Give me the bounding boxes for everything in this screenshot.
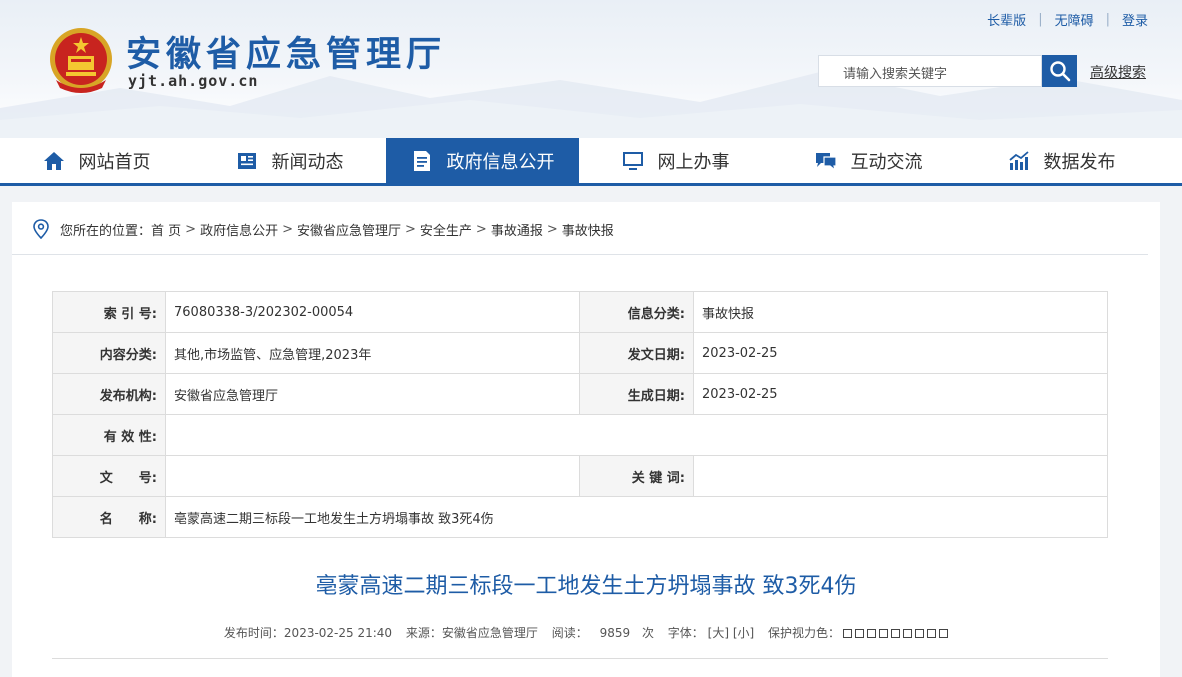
breadcrumb-accident-notice[interactable]: 事故通报 xyxy=(491,220,543,239)
content-category-value: 其他,市场监管、应急管理,2023年 xyxy=(165,332,580,374)
separator: | xyxy=(1105,12,1110,27)
nav-label: 政府信息公开 xyxy=(446,151,555,173)
font-size-label: 字体： xyxy=(667,626,704,640)
nav-item-online-service[interactable]: 网上办事 xyxy=(579,138,772,183)
content-panel: 您所在的位置： 首 页 > 政府信息公开 > 安徽省应急管理厅 > 安全生产 >… xyxy=(12,202,1160,677)
breadcrumb-accident-flash[interactable]: 事故快报 xyxy=(562,220,614,239)
nav-label: 数据发布 xyxy=(1043,151,1116,173)
news-icon xyxy=(236,150,258,172)
advanced-search-link[interactable]: 高级搜索 xyxy=(1090,62,1146,82)
site-domain: yjt.ah.gov.cn xyxy=(128,72,259,90)
top-links: 长辈版 | 无障碍 | 登录 xyxy=(987,10,1148,29)
main-nav: 网站首页 新闻动态 政府信息公开 网上办事 互动交流 数据发布 xyxy=(0,138,1182,186)
category-label: 信息分类: xyxy=(579,291,694,333)
generated-date-label: 生成日期: xyxy=(579,373,694,415)
validity-label: 有 效 性: xyxy=(52,414,166,456)
table-row: 文 号: 关 键 词: xyxy=(52,455,1108,497)
name-value: 亳蒙高速二期三标段一工地发生土方坍塌事故 致3死4伤 xyxy=(165,496,1108,538)
index-label: 索 引 号: xyxy=(52,291,166,333)
eye-color-swatch[interactable] xyxy=(867,629,877,638)
breadcrumb-home[interactable]: 首 页 xyxy=(151,220,181,239)
eye-color-swatch[interactable] xyxy=(843,629,853,638)
name-label: 名 称: xyxy=(52,496,166,538)
nav-label: 网站首页 xyxy=(78,151,151,173)
publish-time: 发布时间：2023-02-25 21:40 xyxy=(223,626,393,640)
nav-label: 互动交流 xyxy=(850,151,923,173)
breadcrumb-separator: > xyxy=(282,221,293,237)
accessibility-link[interactable]: 无障碍 xyxy=(1055,10,1094,29)
breadcrumb-separator: > xyxy=(405,221,416,237)
generated-date-value: 2023-02-25 xyxy=(693,373,1108,415)
article-meta: 发布时间：2023-02-25 21:40 来源：安徽省应急管理厅 阅读： 98… xyxy=(12,624,1160,641)
table-row: 名 称: 亳蒙高速二期三标段一工地发生土方坍塌事故 致3死4伤 xyxy=(52,496,1108,538)
publisher-label: 发布机构: xyxy=(52,373,166,415)
document-icon xyxy=(411,150,433,172)
eye-color-swatch[interactable] xyxy=(855,629,865,638)
breadcrumb: 您所在的位置： 首 页 > 政府信息公开 > 安徽省应急管理厅 > 安全生产 >… xyxy=(32,219,614,239)
issue-date-value: 2023-02-25 xyxy=(693,332,1108,374)
table-row: 索 引 号: 76080338-3/202302-00054 信息分类: 事故快… xyxy=(52,291,1108,333)
search-icon xyxy=(1049,61,1070,82)
nav-item-news[interactable]: 新闻动态 xyxy=(193,138,386,183)
nav-item-interaction[interactable]: 互动交流 xyxy=(772,138,965,183)
eye-color-swatch[interactable] xyxy=(927,629,937,638)
breadcrumb-separator: > xyxy=(546,221,558,237)
eye-color-swatch[interactable] xyxy=(891,629,901,638)
table-row: 发布机构: 安徽省应急管理厅 生成日期: 2023-02-25 xyxy=(52,373,1108,415)
font-large-button[interactable]: [大] xyxy=(708,626,729,640)
breadcrumb-separator: > xyxy=(475,221,487,237)
home-icon xyxy=(43,150,65,172)
divider xyxy=(12,254,1148,255)
page-margin xyxy=(1160,202,1182,677)
breadcrumb-department[interactable]: 安徽省应急管理厅 xyxy=(297,220,401,239)
divider xyxy=(52,658,1108,659)
info-metadata-table: 索 引 号: 76080338-3/202302-00054 信息分类: 事故快… xyxy=(52,291,1108,538)
separator: | xyxy=(1038,12,1043,27)
doc-number-value xyxy=(165,455,580,497)
keywords-value xyxy=(693,455,1108,497)
views-unit: 次 xyxy=(641,626,654,640)
search-button[interactable] xyxy=(1042,55,1077,87)
breadcrumb-safety[interactable]: 安全生产 xyxy=(420,220,472,239)
breadcrumb-gov-info[interactable]: 政府信息公开 xyxy=(200,220,278,239)
keywords-label: 关 键 词: xyxy=(579,455,694,497)
eye-color-swatch[interactable] xyxy=(903,629,913,638)
font-small-button[interactable]: [小] xyxy=(733,626,754,640)
table-row: 有 效 性: xyxy=(52,414,1108,456)
chart-icon xyxy=(1008,150,1030,172)
article-title: 亳蒙高速二期三标段一工地发生土方坍塌事故 致3死4伤 xyxy=(315,574,857,599)
breadcrumb-prefix: 您所在的位置： xyxy=(60,223,152,239)
nav-item-home[interactable]: 网站首页 xyxy=(0,138,193,183)
chat-icon xyxy=(815,150,837,172)
nav-label: 新闻动态 xyxy=(271,151,344,173)
site-title: 安徽省应急管理厅 xyxy=(126,35,447,75)
validity-value xyxy=(165,414,1108,456)
category-value: 事故快报 xyxy=(693,291,1108,333)
views-label: 阅读： xyxy=(551,626,588,640)
view-count: 9859 xyxy=(599,626,631,640)
monitor-icon xyxy=(622,150,644,172)
eye-color-label: 保护视力色： xyxy=(768,626,841,640)
issue-date-label: 发文日期: xyxy=(579,332,694,374)
national-emblem-logo xyxy=(50,28,112,93)
table-row: 内容分类: 其他,市场监管、应急管理,2023年 发文日期: 2023-02-2… xyxy=(52,332,1108,374)
breadcrumb-separator: > xyxy=(185,221,197,237)
index-value: 76080338-3/202302-00054 xyxy=(165,291,580,333)
article-source: 来源：安徽省应急管理厅 xyxy=(405,626,538,640)
doc-number-label: 文 号: xyxy=(52,455,166,497)
nav-item-data-release[interactable]: 数据发布 xyxy=(965,138,1158,183)
nav-label: 网上办事 xyxy=(657,151,730,173)
eye-color-swatch[interactable] xyxy=(915,629,925,638)
eye-color-swatch[interactable] xyxy=(879,629,889,638)
publisher-value: 安徽省应急管理厅 xyxy=(165,373,580,415)
senior-version-link[interactable]: 长辈版 xyxy=(987,10,1026,29)
eye-color-swatch[interactable] xyxy=(939,629,949,638)
site-header: 安徽省应急管理厅 yjt.ah.gov.cn 长辈版 | 无障碍 | 登录 请输… xyxy=(0,0,1182,138)
login-link[interactable]: 登录 xyxy=(1122,10,1148,29)
search-input[interactable]: 请输入搜索关键字 xyxy=(818,55,1042,87)
nav-item-gov-info[interactable]: 政府信息公开 xyxy=(386,138,579,183)
location-pin-icon xyxy=(33,219,49,239)
content-category-label: 内容分类: xyxy=(52,332,166,374)
